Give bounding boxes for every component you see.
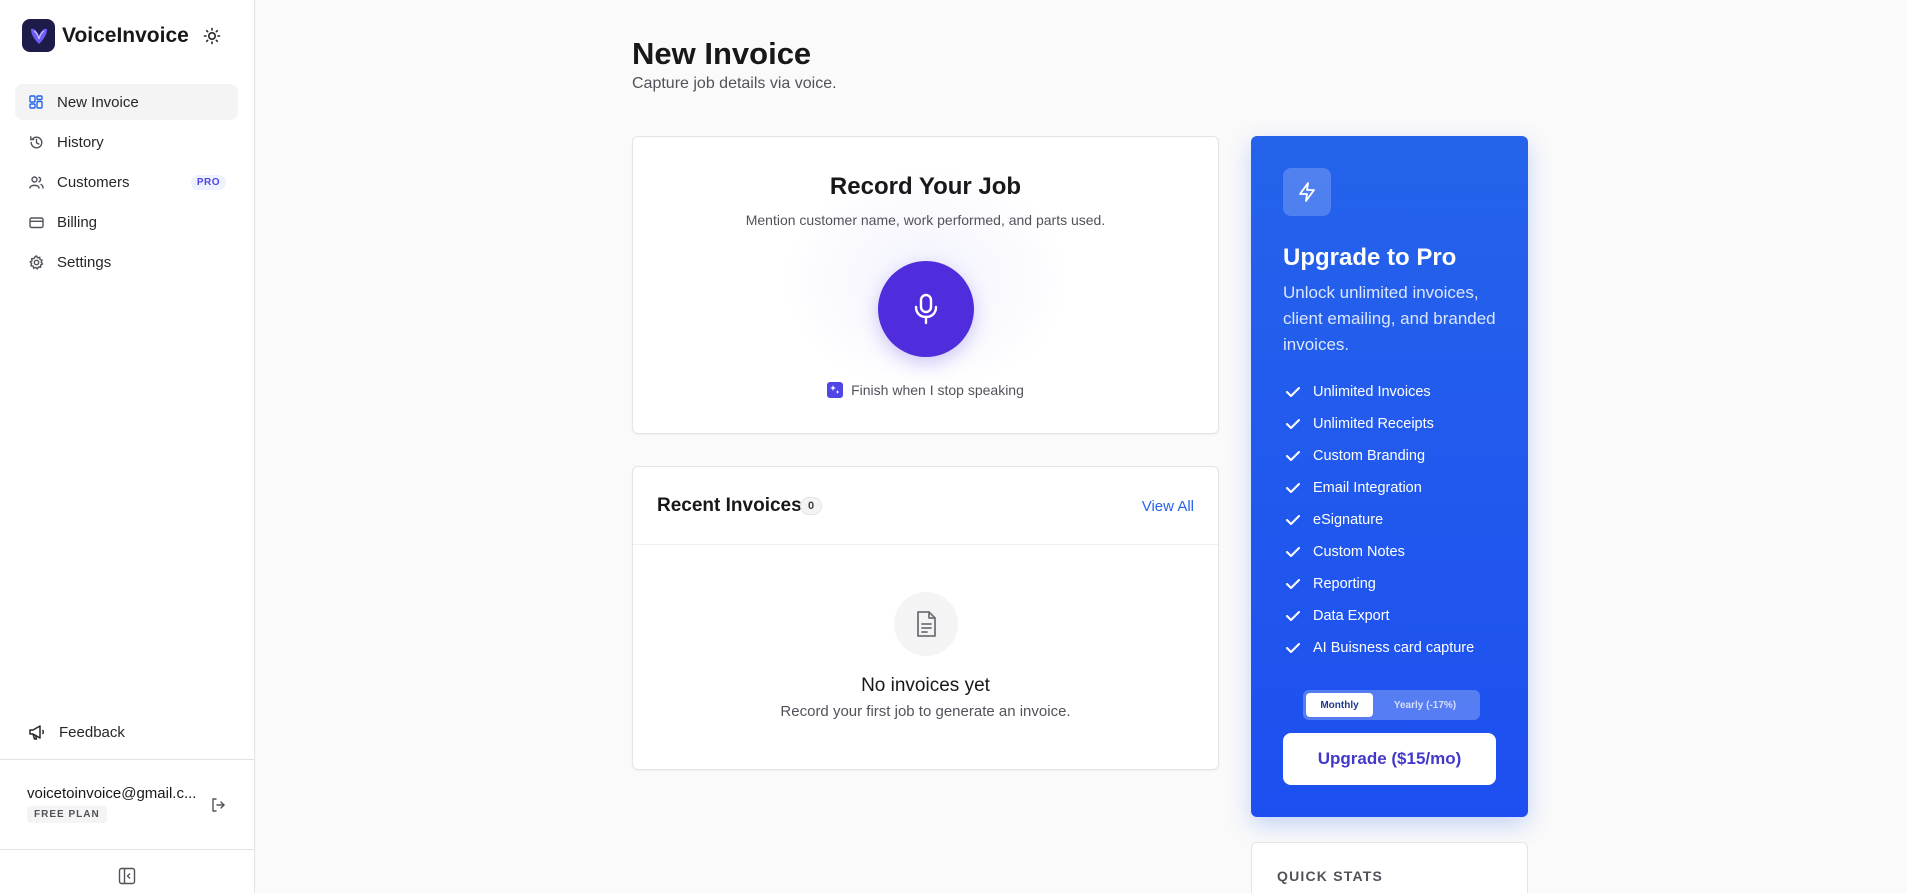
check-icon — [1285, 608, 1301, 624]
feature-item: Unlimited Invoices — [1285, 376, 1474, 408]
sidebar-item-settings[interactable]: Settings — [15, 244, 238, 280]
check-icon — [1285, 480, 1301, 496]
recent-invoices-title: Recent Invoices — [657, 495, 802, 516]
sidebar-nav: New Invoice History Customers PRO Billin… — [15, 84, 238, 284]
check-icon — [1285, 544, 1301, 560]
feature-label: Data Export — [1313, 608, 1390, 624]
page-subtitle: Capture job details via voice. — [632, 75, 837, 92]
empty-state-title: No invoices yet — [861, 675, 990, 696]
pro-badge: PRO — [190, 175, 226, 190]
logout-icon[interactable] — [208, 795, 228, 815]
monthly-option[interactable]: Monthly — [1306, 693, 1373, 717]
upgrade-pro-card: Upgrade to Pro Unlock unlimited invoices… — [1251, 136, 1528, 817]
upgrade-button[interactable]: Upgrade ($15/mo) — [1283, 733, 1496, 785]
record-subtitle: Mention customer name, work performed, a… — [745, 212, 1106, 228]
feature-item: eSignature — [1285, 504, 1474, 536]
megaphone-icon — [27, 722, 47, 742]
sidebar-item-history[interactable]: History — [15, 124, 238, 160]
collapse-sidebar-icon[interactable] — [117, 866, 137, 886]
feature-item: Email Integration — [1285, 472, 1474, 504]
feature-label: Unlimited Invoices — [1313, 384, 1431, 400]
feature-item: Reporting — [1285, 568, 1474, 600]
app-name: VoiceInvoice — [62, 23, 189, 47]
feature-item: AI Buisness card capture — [1285, 632, 1474, 664]
feedback-button[interactable]: Feedback — [27, 722, 125, 742]
feature-label: Reporting — [1313, 576, 1376, 592]
upgrade-title: Upgrade to Pro — [1283, 244, 1457, 271]
auto-finish-label: Finish when I stop speaking — [851, 382, 1024, 398]
record-job-card: Record Your Job Mention customer name, w… — [632, 136, 1219, 434]
check-icon — [1285, 384, 1301, 400]
user-email: voicetoinvoice@gmail.c... — [27, 785, 197, 802]
check-icon — [1285, 416, 1301, 432]
invoice-count-badge: 0 — [800, 497, 823, 515]
sidebar-item-label: Settings — [57, 253, 112, 271]
sidebar: VoiceInvoice New Invoice History Custome… — [0, 0, 255, 893]
feature-label: Unlimited Receipts — [1313, 416, 1434, 432]
record-title: Record Your Job — [829, 173, 1022, 200]
gear-icon — [28, 254, 44, 270]
theme-toggle-sun-icon[interactable] — [201, 25, 223, 47]
history-icon — [28, 134, 44, 150]
microphone-icon — [914, 293, 938, 325]
feature-label: Custom Notes — [1313, 544, 1405, 560]
recent-invoices-card: Recent Invoices 0 View All No invoices y… — [632, 466, 1219, 770]
check-icon — [1285, 640, 1301, 656]
sidebar-item-customers[interactable]: Customers PRO — [15, 164, 238, 200]
lightning-icon — [1283, 168, 1331, 216]
empty-state-subtitle: Record your first job to generate an inv… — [780, 703, 1071, 720]
sidebar-divider — [0, 849, 254, 850]
quick-stats-card: QUICK STATS — [1251, 842, 1528, 893]
sidebar-divider — [0, 759, 254, 760]
feature-item: Custom Notes — [1285, 536, 1474, 568]
billing-period-toggle: Monthly Yearly (-17%) — [1303, 690, 1480, 720]
document-icon — [894, 592, 958, 656]
sidebar-item-label: Billing — [57, 213, 98, 231]
feature-label: Custom Branding — [1313, 448, 1426, 464]
quick-stats-title: QUICK STATS — [1277, 868, 1384, 884]
check-icon — [1285, 448, 1301, 464]
feature-item: Unlimited Receipts — [1285, 408, 1474, 440]
auto-finish-toggle[interactable]: Finish when I stop speaking — [633, 382, 1218, 398]
brand[interactable]: VoiceInvoice — [22, 19, 189, 52]
sidebar-item-label: History — [57, 133, 104, 151]
feature-label: Email Integration — [1313, 480, 1422, 496]
feature-list: Unlimited Invoices Unlimited Receipts Cu… — [1285, 376, 1474, 664]
sidebar-item-label: Customers — [57, 173, 130, 191]
feature-label: eSignature — [1313, 512, 1384, 528]
yearly-option[interactable]: Yearly (-17%) — [1373, 693, 1477, 717]
app-logo-icon — [22, 19, 55, 52]
sidebar-item-billing[interactable]: Billing — [15, 204, 238, 240]
upgrade-description: Unlock unlimited invoices, client emaili… — [1283, 283, 1496, 354]
feature-item: Custom Branding — [1285, 440, 1474, 472]
check-icon — [1285, 512, 1301, 528]
sparkle-checkbox-icon[interactable] — [827, 382, 844, 398]
feature-item: Data Export — [1285, 600, 1474, 632]
credit-card-icon — [28, 214, 44, 230]
feature-label: AI Buisness card capture — [1313, 640, 1475, 656]
users-icon — [28, 174, 44, 190]
recent-invoices-header: Recent Invoices 0 View All — [633, 467, 1218, 545]
check-icon — [1285, 576, 1301, 592]
sidebar-item-label: New Invoice — [57, 93, 139, 111]
view-all-link[interactable]: View All — [1142, 498, 1194, 515]
plan-badge: FREE PLAN — [27, 806, 107, 823]
sidebar-item-new-invoice[interactable]: New Invoice — [15, 84, 238, 120]
feedback-label: Feedback — [59, 723, 125, 741]
grid-icon — [28, 94, 44, 110]
record-mic-button[interactable] — [878, 261, 974, 357]
page-title: New Invoice — [632, 36, 812, 71]
